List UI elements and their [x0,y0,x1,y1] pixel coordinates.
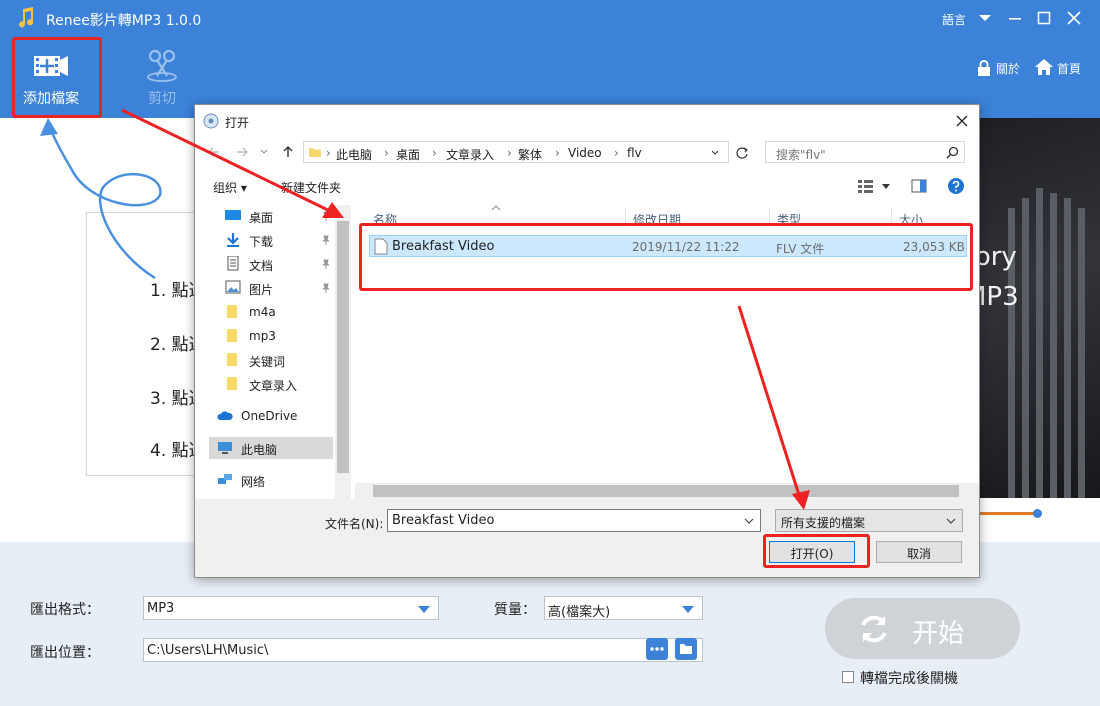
annotation-arrows [40,108,810,510]
curved-arrow-head [40,118,58,136]
curved-arrow [46,121,162,280]
arrow-to-open [737,305,802,499]
arrow-to-list [121,108,333,214]
arrow-to-open-head [792,490,810,510]
